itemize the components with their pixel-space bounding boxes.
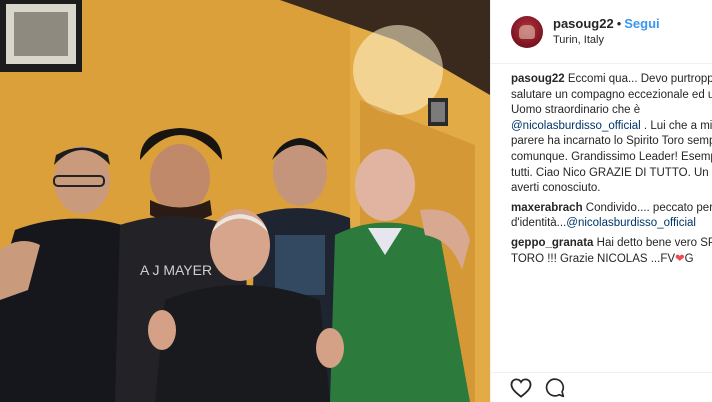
- instagram-post: A J MAYER pasoug22 • Segui Turin, Italy …: [0, 0, 712, 402]
- caption-line: Eccomi qua... Devo purtroppo: [567, 73, 712, 85]
- post-username[interactable]: pasoug22: [553, 16, 614, 31]
- comment-bubble-icon[interactable]: [543, 376, 567, 400]
- comment-text: G: [684, 252, 694, 265]
- comment-item: maxerabrach Condivido.... peccato per l …: [511, 201, 712, 232]
- comment-username[interactable]: maxerabrach: [511, 202, 583, 214]
- heart-outline-icon[interactable]: [509, 376, 533, 400]
- post-sidebar: pasoug22 • Segui Turin, Italy pasoug22 Ecc…: [490, 0, 712, 402]
- comments-list: pasoug22 Eccomi qua... Devo purtroppo sa…: [491, 64, 712, 269]
- heart-emoji: ❤: [675, 252, 685, 265]
- comment-text: TORO !!! Grazie NICOLAS ...FV: [511, 252, 676, 265]
- caption: pasoug22 Eccomi qua... Devo purtroppo sa…: [511, 72, 712, 197]
- photo-illustration: A J MAYER: [0, 0, 490, 402]
- comment-text: Hai detto bene vero SPI: [593, 236, 712, 249]
- caption-line: Uomo straordinario che è: [511, 104, 641, 117]
- follow-button[interactable]: Segui: [624, 16, 659, 31]
- separator-dot: •: [616, 15, 622, 31]
- caption-mention[interactable]: @nicolasburdisso_official: [511, 120, 641, 132]
- caption-line: salutare un compagno eccezionale ed u: [511, 88, 712, 101]
- post-photo[interactable]: A J MAYER: [0, 0, 490, 402]
- comment-text: Condivido.... peccato per l: [582, 201, 712, 214]
- comment-username[interactable]: geppo_granata: [511, 237, 593, 249]
- caption-username[interactable]: pasoug22: [511, 73, 565, 85]
- action-bar: [491, 372, 712, 402]
- caption-line: tutti. Ciao Nico GRAZIE DI TUTTO. Un or: [511, 166, 712, 179]
- comment-mention[interactable]: @nicolasburdisso_official: [566, 217, 696, 229]
- caption-line: comunque. Grandissimo Leader! Esempi: [511, 150, 712, 163]
- comment-item: geppo_granata Hai detto bene vero SPI TO…: [511, 236, 712, 267]
- caption-text: . Lui che a mic: [640, 119, 712, 132]
- caption-line: parere ha incarnato lo Spirito Toro semp: [511, 135, 712, 148]
- svg-text:A J MAYER: A J MAYER: [140, 262, 212, 278]
- post-header: pasoug22 • Segui Turin, Italy: [491, 0, 712, 64]
- avatar[interactable]: [511, 15, 543, 48]
- post-location[interactable]: Turin, Italy: [553, 32, 660, 49]
- header-text: pasoug22 • Segui Turin, Italy: [553, 15, 660, 49]
- caption-line: averti conosciuto.: [511, 182, 601, 195]
- comment-text: d'identità...: [511, 217, 567, 230]
